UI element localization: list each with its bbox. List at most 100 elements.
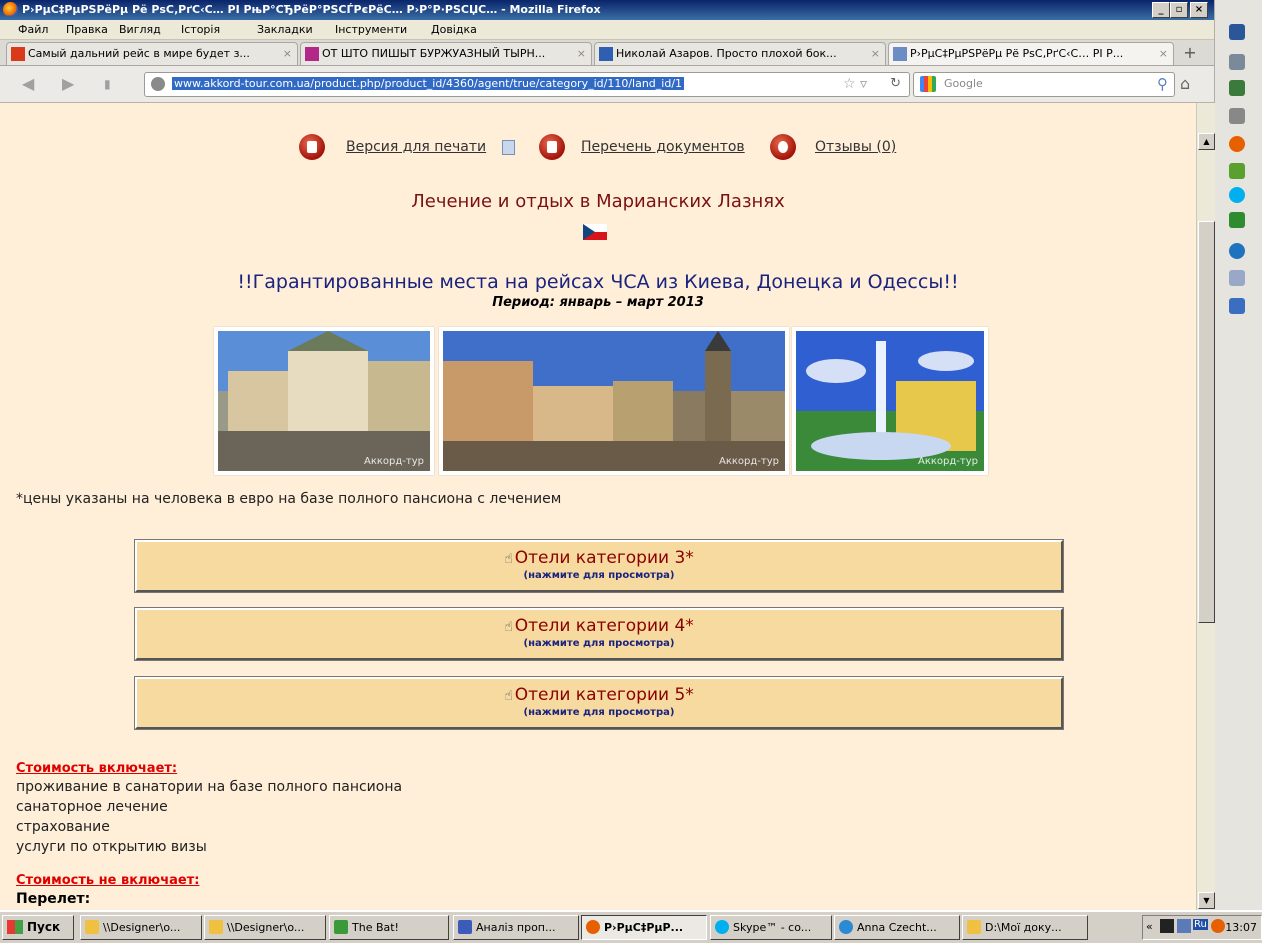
hotel-button-hint: (нажмите для просмотра) [523,570,675,581]
scroll-up-arrow-icon[interactable]: ▲ [1198,133,1215,150]
firefox-icon [586,920,600,934]
reload-icon[interactable]: ↻ [890,76,901,91]
maximize-button[interactable]: ▫ [1170,2,1188,18]
taskbar-item-skype[interactable]: Skype™ - co... [710,915,832,940]
calendar-icon[interactable] [1229,108,1245,124]
photo-watermark: Аккорд-тур [918,456,978,467]
addon-icon[interactable] [1229,54,1245,70]
print-version-link[interactable]: Версия для печати [346,139,486,155]
taskbar-item-documents[interactable]: D:\Мої доку... [962,915,1088,940]
price-note: *цены указаны на человека в евро на базе… [16,491,562,507]
menu-view[interactable]: Вигляд [119,23,161,36]
tab-close-icon[interactable]: × [1159,47,1168,60]
tab-close-icon[interactable]: × [871,47,880,60]
addon-icon[interactable] [1229,270,1245,286]
hand-pointer-icon: ☝ [504,619,513,635]
taskbar-item-thebat[interactable]: The Bat! [329,915,449,940]
photo-fountain: Аккорд-тур [792,327,988,475]
taskbar-item-label: Р›РµС‡РµР... [604,921,684,934]
tray-expand-icon[interactable]: « [1146,920,1153,933]
hotel-button-title: ☝ Отели категории 3* [137,548,1061,568]
word-icon[interactable] [1229,24,1245,40]
start-button[interactable]: Пуск [2,915,74,940]
back-arrow-icon[interactable]: ◀ [22,74,34,93]
taskbar-item-firefox[interactable]: Р›РµС‡РµР... [581,915,707,940]
skype-icon [715,920,729,934]
reviews-icon[interactable] [770,134,796,160]
addon-icon[interactable] [1229,298,1245,314]
hotel-button-label: Отели категории 4* [514,616,694,636]
firefox-addon-icon[interactable] [1229,136,1245,152]
includes-item: проживание в санатории на базе полного п… [16,779,403,795]
tab-close-icon[interactable]: × [283,47,292,60]
search-box[interactable]: Google ⚲ [913,72,1175,97]
url-bar[interactable]: www.akkord-tour.com.ua/product.php/produ… [144,72,910,97]
taskbar-item-folder[interactable]: \\Designer\o... [204,915,326,940]
ie-icon[interactable] [1229,243,1245,259]
addon-icon[interactable] [1229,163,1245,179]
bookmark-star-icon[interactable]: ☆ ▿ [843,76,867,92]
reviews-link[interactable]: Отзывы (0) [815,139,896,155]
start-label: Пуск [27,920,61,934]
includes-item: санаторное лечение [16,799,168,815]
scroll-down-arrow-icon[interactable]: ▼ [1198,892,1215,909]
tab-4-active[interactable]: Р›РµС‡РµРЅРёРµ Рё РѕС‚РґС‹С… РІ Р... × [888,42,1174,65]
windows-logo-icon [7,920,23,934]
taskbar-item-word[interactable]: Аналіз проп... [453,915,579,940]
print-icon[interactable] [299,134,325,160]
documents-list-link[interactable]: Перечень документов [581,139,745,155]
tab-label: Николай Азаров. Просто плохой бок... [616,47,837,60]
includes-item: услуги по открытию визы [16,839,207,855]
menu-tools[interactable]: Інструменти [335,23,407,36]
addon-sidebar [1214,0,1262,910]
url-text[interactable]: www.akkord-tour.com.ua/product.php/produ… [172,77,685,90]
taskbar-item-label: The Bat! [352,921,399,934]
tab-1[interactable]: Самый дальний рейс в мире будет з... × [6,42,298,65]
menu-bookmarks[interactable]: Закладки [257,23,313,36]
photo-colonnade: Аккорд-тур [214,327,434,475]
excludes-heading: Стоимость не включает: [16,873,200,888]
photo-town-panorama: Аккорд-тур [439,327,789,475]
taskbar-item-folder[interactable]: \\Designer\o... [80,915,202,940]
tab-favicon [599,47,613,61]
search-icon[interactable]: ⚲ [1157,75,1168,93]
language-indicator[interactable]: Ru [1193,919,1208,930]
tab-close-icon[interactable]: × [577,47,586,60]
document-icon [502,140,515,155]
hotels-5-star-button[interactable]: ☝ Отели категории 5* (нажмите для просмот… [134,676,1064,730]
tab-2[interactable]: ОТ ШТО ПИШЫТ БУРЖУАЗНЫЙ ТЫРН... × [300,42,592,65]
firefox-icon [3,2,18,17]
home-icon[interactable]: ⌂ [1180,74,1190,93]
page-scrollbar[interactable]: ▲ ▼ [1196,103,1215,910]
close-button[interactable]: × [1190,2,1208,18]
navigation-toolbar: ◀ ▶ ▮ www.akkord-tour.com.ua/product.php… [0,66,1214,103]
scroll-thumb[interactable] [1198,221,1215,623]
window-title-bar: Р›РµС‡РµРЅРёРµ Рё РѕС‚РґС‹С… РІ РњР°СЂРё… [0,0,1214,20]
tab-3[interactable]: Николай Азаров. Просто плохой бок... × [594,42,886,65]
folder-icon [967,920,981,934]
taskbar-item-chat[interactable]: Anna Czecht... [834,915,960,940]
hotel-button-hint: (нажмите для просмотра) [523,638,675,649]
addon-icon[interactable] [1229,80,1245,96]
tab-favicon [305,47,319,61]
hotels-3-star-button[interactable]: ☝ Отели категории 3* (нажмите для просмот… [134,539,1064,593]
tray-app-icon[interactable] [1211,919,1225,933]
tray-app-icon[interactable] [1177,919,1191,933]
menu-bar: Файл Правка Вигляд Історія Закладки Інст… [0,20,1214,40]
network-icon[interactable] [1160,919,1174,933]
menu-help[interactable]: Довідка [431,23,477,36]
chat-icon [839,920,853,934]
addon-icon[interactable] [1229,212,1245,228]
menu-history[interactable]: Історія [181,23,220,36]
new-tab-button[interactable]: + [1177,43,1203,63]
tab-bar: Самый дальний рейс в мире будет з... × О… [0,40,1214,66]
forward-arrow-icon[interactable]: ▶ [62,74,74,93]
menu-file[interactable]: Файл [18,23,48,36]
hotels-4-star-button[interactable]: ☝ Отели категории 4* (нажмите для просмот… [134,607,1064,661]
skype-icon[interactable] [1229,187,1245,203]
minimize-button[interactable]: _ [1152,2,1170,18]
windows-taskbar: Пуск \\Designer\o... \\Designer\o... The… [0,910,1262,943]
documents-list-icon[interactable] [539,134,565,160]
menu-edit[interactable]: Правка [66,23,108,36]
system-tray: « Ru 13:07 [1142,915,1262,940]
